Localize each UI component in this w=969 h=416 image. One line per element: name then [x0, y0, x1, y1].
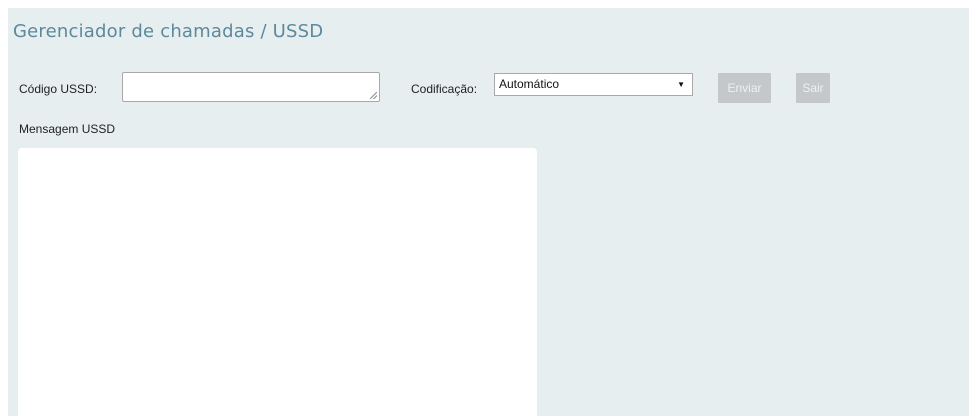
ussd-message-area[interactable] — [18, 148, 537, 416]
caret-down-icon: ▼ — [677, 80, 685, 89]
send-button[interactable]: Enviar — [718, 73, 771, 103]
page-title: Gerenciador de chamadas / USSD — [13, 21, 324, 42]
resize-grip-icon[interactable] — [370, 92, 377, 99]
exit-button[interactable]: Sair — [796, 73, 830, 103]
encoding-selected-value: Automático — [499, 77, 560, 91]
ussd-code-label: Código USSD: — [19, 82, 98, 96]
ussd-code-input[interactable] — [122, 72, 380, 102]
encoding-select[interactable]: Automático ▼ — [494, 73, 693, 96]
ussd-panel: Gerenciador de chamadas / USSD Código US… — [8, 8, 969, 416]
encoding-label: Codificação: — [411, 82, 478, 96]
ussd-message-label: Mensagem USSD — [19, 122, 116, 136]
